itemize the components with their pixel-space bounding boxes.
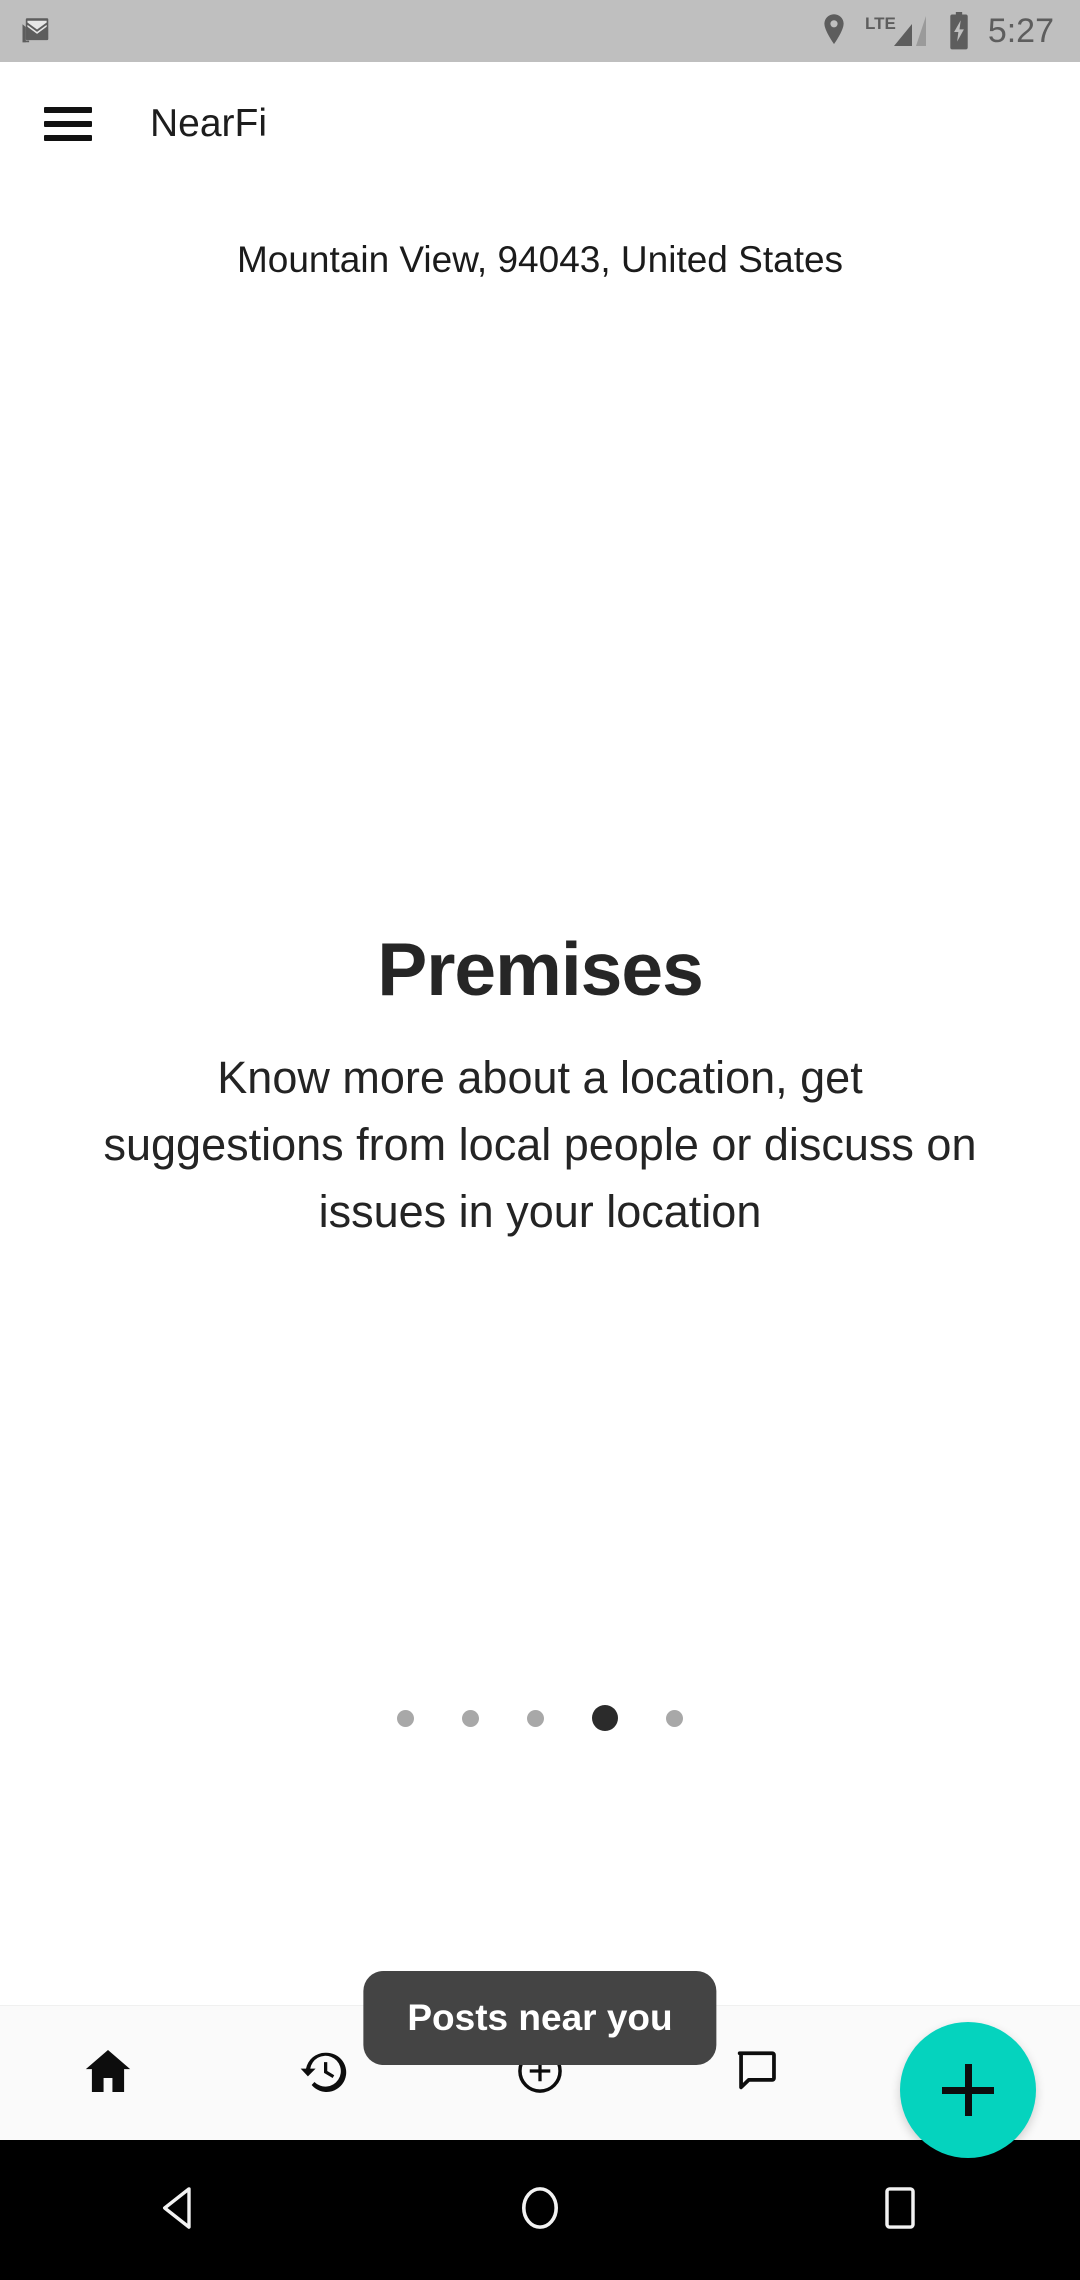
add-post-fab[interactable] bbox=[900, 2022, 1036, 2158]
hamburger-line bbox=[44, 135, 92, 141]
current-location-text: Mountain View, 94043, United States bbox=[236, 239, 844, 280]
android-recents-button[interactable] bbox=[720, 2182, 1080, 2239]
hamburger-line bbox=[44, 107, 92, 113]
gmail-icon bbox=[18, 13, 54, 49]
hamburger-line bbox=[44, 121, 92, 127]
history-clock-icon bbox=[296, 2043, 352, 2104]
carousel-page-indicator[interactable] bbox=[0, 1705, 1080, 1731]
status-bar: LTE 5:27 bbox=[0, 0, 1080, 62]
android-navigation-bar bbox=[0, 2140, 1080, 2280]
recents-square-icon bbox=[878, 2182, 922, 2239]
home-circle-icon bbox=[515, 2181, 565, 2240]
page-title: Premises bbox=[377, 927, 704, 1011]
page-dot-1[interactable] bbox=[397, 1709, 414, 1727]
page-dot-3[interactable] bbox=[527, 1709, 544, 1727]
lte-signal-icon: LTE bbox=[865, 14, 930, 48]
plus-icon bbox=[964, 2064, 972, 2116]
app-title: NearFi bbox=[150, 102, 268, 145]
main-content: Mountain View, 94043, United States Prem… bbox=[0, 186, 1080, 2158]
android-home-button[interactable] bbox=[360, 2181, 720, 2240]
onboarding-carousel-page: Premises Know more about a location, get… bbox=[0, 926, 1080, 1245]
page-description: Know more about a location, get suggesti… bbox=[103, 1052, 977, 1237]
hamburger-menu-icon[interactable] bbox=[44, 107, 92, 141]
location-pin-icon bbox=[819, 13, 849, 49]
nav-item-home[interactable] bbox=[0, 2006, 216, 2140]
status-bar-notifications bbox=[18, 13, 54, 49]
phone-screen: LTE 5:27 NearFi Mountain View, 94043, Un… bbox=[0, 0, 1080, 2280]
page-dot-2[interactable] bbox=[462, 1709, 479, 1727]
app-bar: NearFi bbox=[0, 62, 1080, 186]
status-bar-clock: 5:27 bbox=[987, 11, 1054, 50]
battery-charging-icon bbox=[946, 12, 972, 50]
page-dot-5[interactable] bbox=[666, 1709, 683, 1727]
android-back-button[interactable] bbox=[0, 2181, 360, 2240]
chat-bubble-outline-icon bbox=[728, 2043, 784, 2104]
status-bar-system-icons: LTE 5:27 bbox=[819, 12, 1054, 51]
back-triangle-icon bbox=[153, 2181, 207, 2240]
home-icon bbox=[80, 2043, 136, 2104]
page-dot-4-active[interactable] bbox=[592, 1705, 618, 1731]
posts-near-you-button[interactable]: Posts near you bbox=[363, 1971, 717, 2065]
